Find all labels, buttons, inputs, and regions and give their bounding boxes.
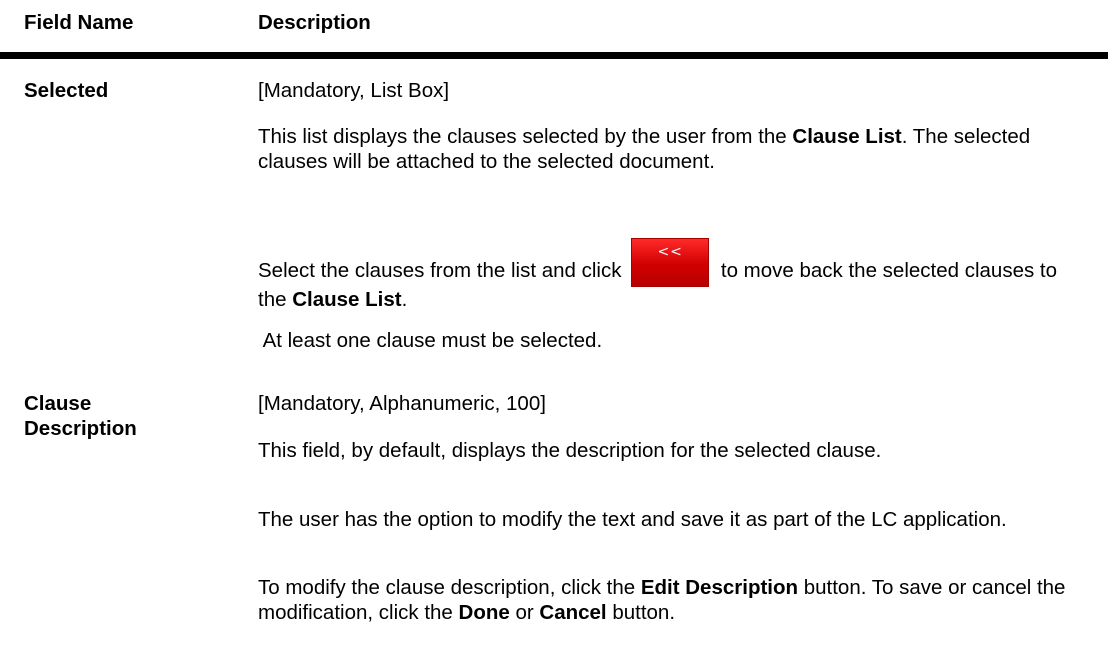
clause-list-ref: Clause List — [792, 125, 902, 148]
text: To modify the clause description, click … — [258, 576, 641, 599]
edit-description-ref: Edit Description — [640, 576, 799, 599]
cancel-ref: Cancel — [539, 601, 607, 624]
description-clause-p1: This field, by default, displays the des… — [258, 439, 882, 462]
move-back-label: << — [657, 244, 683, 260]
field-type-clause-description: [Mandatory, Alphanumeric, 100] — [258, 392, 546, 415]
move-back-icon: << — [631, 238, 710, 287]
done-ref: Done — [458, 601, 510, 624]
description-selected-p1: This list displays the clauses selected … — [258, 124, 1088, 174]
header-rule — [0, 52, 1108, 59]
field-name-clause-description: Clause Description — [24, 391, 137, 441]
text: Select the clauses from the list and cli… — [258, 259, 628, 282]
field-name-selected: Selected — [24, 79, 109, 102]
description-selected-p3: At least one clause must be selected. — [258, 329, 603, 352]
text: button. — [606, 601, 676, 624]
header-description: Description — [258, 11, 371, 34]
field-name-line: Clause — [24, 392, 92, 415]
description-selected-p2: Select the clauses from the list and cli… — [258, 238, 1088, 312]
field-name-line: Description — [24, 417, 137, 440]
text: This list displays the clauses selected … — [258, 125, 793, 148]
text: or — [509, 601, 540, 624]
clause-list-ref: Clause List — [292, 288, 402, 311]
text: . — [401, 288, 408, 311]
field-type-selected: [Mandatory, List Box] — [258, 79, 450, 102]
header-field-name: Field Name — [24, 11, 134, 34]
description-clause-p3: To modify the clause description, click … — [258, 575, 1088, 625]
description-clause-p2: The user has the option to modify the te… — [258, 508, 1007, 531]
